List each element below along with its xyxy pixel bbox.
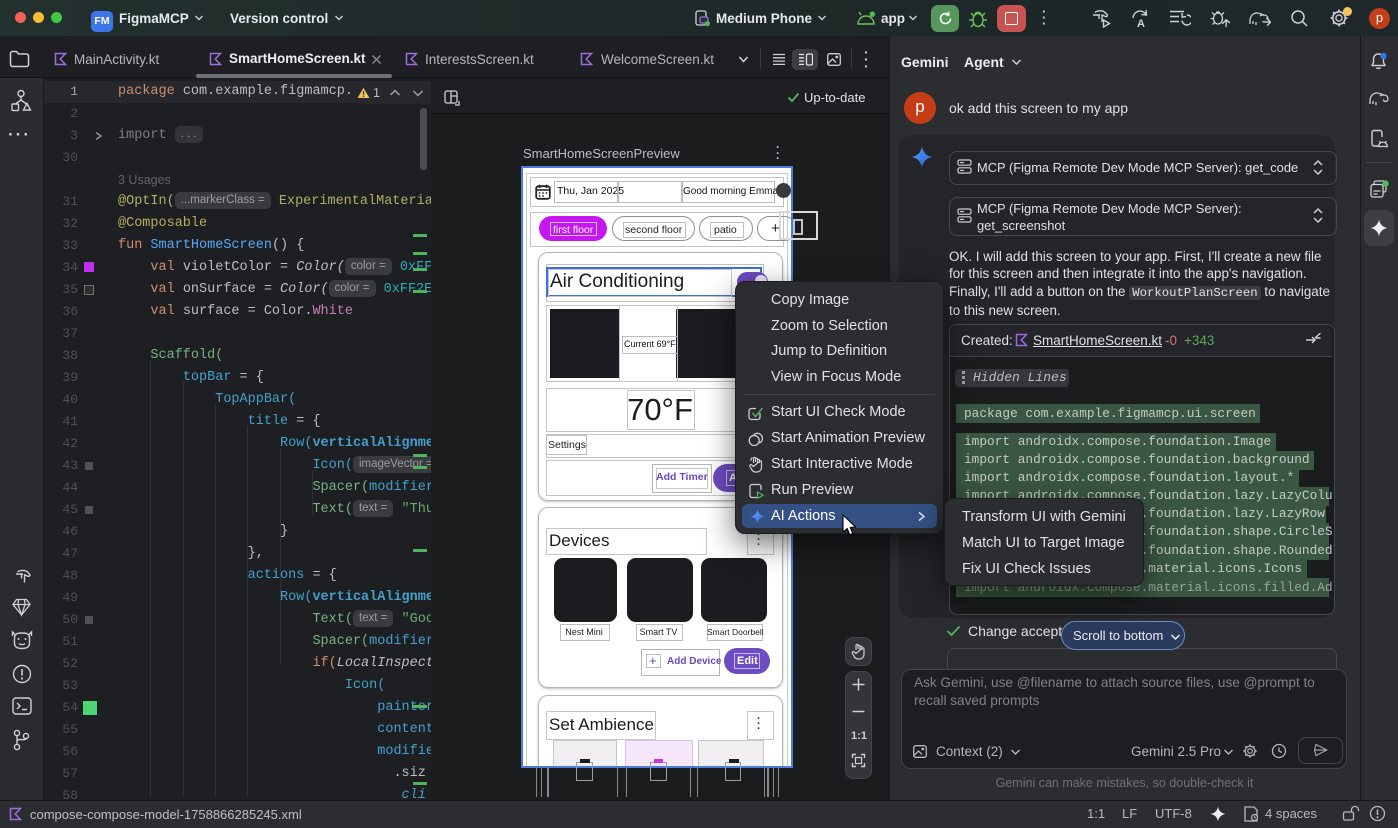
svg-text:A: A [1137,18,1145,28]
